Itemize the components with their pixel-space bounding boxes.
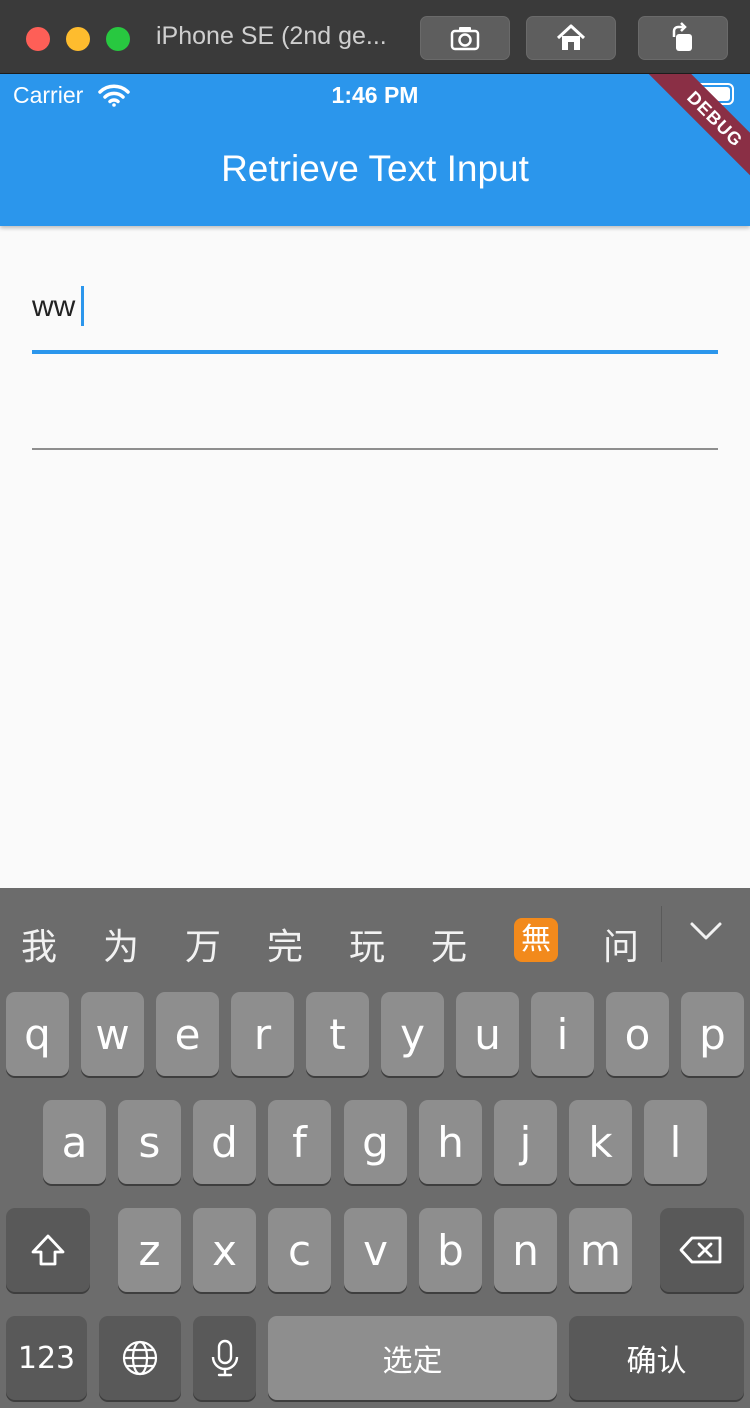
key-e[interactable]: e xyxy=(156,992,219,1076)
key-z[interactable]: z xyxy=(118,1208,181,1292)
field-underline xyxy=(32,448,718,450)
key-g[interactable]: g xyxy=(344,1100,407,1184)
key-a[interactable]: a xyxy=(43,1100,106,1184)
candidate-item[interactable]: 为 xyxy=(103,918,139,970)
status-bar: Carrier 1:46 PM xyxy=(0,74,750,116)
key-m[interactable]: m xyxy=(569,1208,632,1292)
close-window-button[interactable] xyxy=(26,27,50,51)
key-p[interactable]: p xyxy=(681,992,744,1076)
key-i[interactable]: i xyxy=(531,992,594,1076)
numbers-key-label: 123 xyxy=(17,1340,76,1376)
simulator-titlebar: iPhone SE (2nd ge... xyxy=(0,0,750,74)
candidate-divider xyxy=(661,906,662,962)
status-time: 1:46 PM xyxy=(331,82,419,108)
key-h[interactable]: h xyxy=(419,1100,482,1184)
key-d[interactable]: d xyxy=(193,1100,256,1184)
key-j[interactable]: j xyxy=(494,1100,557,1184)
confirm-key[interactable]: 确认 xyxy=(569,1316,744,1400)
text-cursor xyxy=(81,286,84,326)
key-o[interactable]: o xyxy=(606,992,669,1076)
candidate-item[interactable]: 完 xyxy=(267,918,303,970)
second-text-field[interactable] xyxy=(32,400,718,452)
window-title: iPhone SE (2nd ge... xyxy=(156,22,387,50)
key-b[interactable]: b xyxy=(419,1208,482,1292)
ios-keyboard: 我 为 万 完 玩 无 無 问 q w e r t y u i o p a s … xyxy=(0,888,750,1408)
backspace-icon xyxy=(679,1236,722,1264)
candidate-item[interactable]: 我 xyxy=(21,918,57,970)
rotate-button[interactable] xyxy=(638,16,728,60)
zoom-window-button[interactable] xyxy=(106,27,130,51)
camera-icon xyxy=(450,27,480,51)
app-bar: Carrier 1:46 PM Retrieve Text Input DEBU… xyxy=(0,74,750,226)
key-s[interactable]: s xyxy=(118,1100,181,1184)
key-y[interactable]: y xyxy=(381,992,444,1076)
rotate-icon xyxy=(672,22,692,51)
key-r[interactable]: r xyxy=(231,992,294,1076)
key-w[interactable]: w xyxy=(81,992,144,1076)
candidate-item[interactable]: 玩 xyxy=(349,918,385,970)
minimize-window-button[interactable] xyxy=(66,27,90,51)
microphone-icon xyxy=(211,1339,238,1377)
page-title: Retrieve Text Input xyxy=(221,148,529,189)
numbers-key[interactable]: 123 xyxy=(6,1316,87,1400)
key-v[interactable]: v xyxy=(344,1208,407,1292)
backspace-key[interactable] xyxy=(660,1208,744,1292)
key-k[interactable]: k xyxy=(569,1100,632,1184)
candidate-emoji-item[interactable]: 無 xyxy=(514,918,558,962)
screenshot-button[interactable] xyxy=(420,16,510,60)
key-x[interactable]: x xyxy=(193,1208,256,1292)
shift-key[interactable] xyxy=(6,1208,90,1292)
chevron-down-icon[interactable] xyxy=(688,918,724,944)
candidate-item[interactable]: 万 xyxy=(185,918,221,970)
microphone-key[interactable] xyxy=(193,1316,256,1400)
confirm-key-label: 确认 xyxy=(626,1344,687,1379)
globe-key[interactable] xyxy=(99,1316,181,1400)
key-c[interactable]: c xyxy=(268,1208,331,1292)
space-key-label: 选定 xyxy=(382,1344,443,1379)
key-n[interactable]: n xyxy=(494,1208,557,1292)
globe-icon xyxy=(122,1340,158,1376)
key-l[interactable]: l xyxy=(644,1100,707,1184)
home-icon xyxy=(556,24,586,50)
key-t[interactable]: t xyxy=(306,992,369,1076)
shift-icon xyxy=(31,1234,65,1266)
text-input-value: ww xyxy=(32,290,76,323)
candidate-item[interactable]: 问 xyxy=(603,918,639,970)
candidate-bar: 我 为 万 完 玩 无 無 问 xyxy=(0,888,750,984)
key-q[interactable]: q xyxy=(6,992,69,1076)
text-input-field[interactable]: ww xyxy=(32,280,718,356)
home-button[interactable] xyxy=(526,16,616,60)
space-key[interactable]: 选定 xyxy=(268,1316,557,1400)
candidate-item[interactable]: 无 xyxy=(431,918,467,970)
key-u[interactable]: u xyxy=(456,992,519,1076)
key-f[interactable]: f xyxy=(268,1100,331,1184)
focused-underline xyxy=(32,350,718,354)
